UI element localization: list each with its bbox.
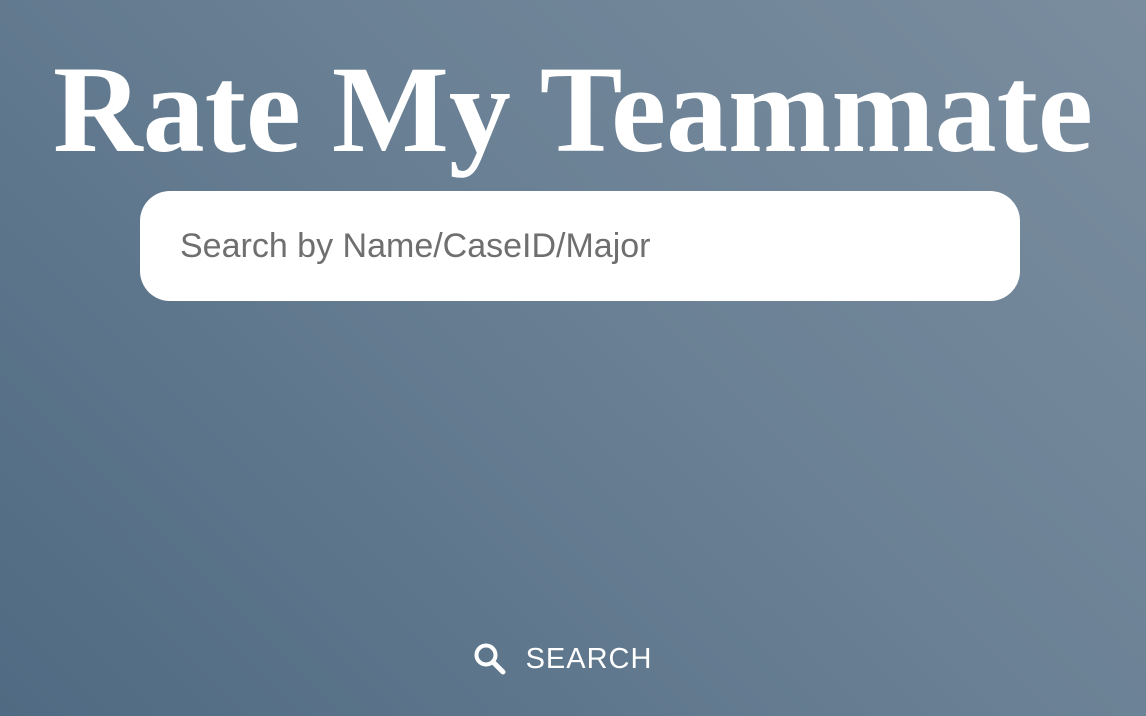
search-input[interactable] <box>140 191 1020 301</box>
search-box[interactable] <box>140 191 1020 301</box>
search-button[interactable]: SEARCH <box>458 628 666 690</box>
page-title: Rate My Teammate <box>53 41 1093 178</box>
search-icon <box>472 641 508 677</box>
search-button-label: SEARCH <box>525 642 653 675</box>
